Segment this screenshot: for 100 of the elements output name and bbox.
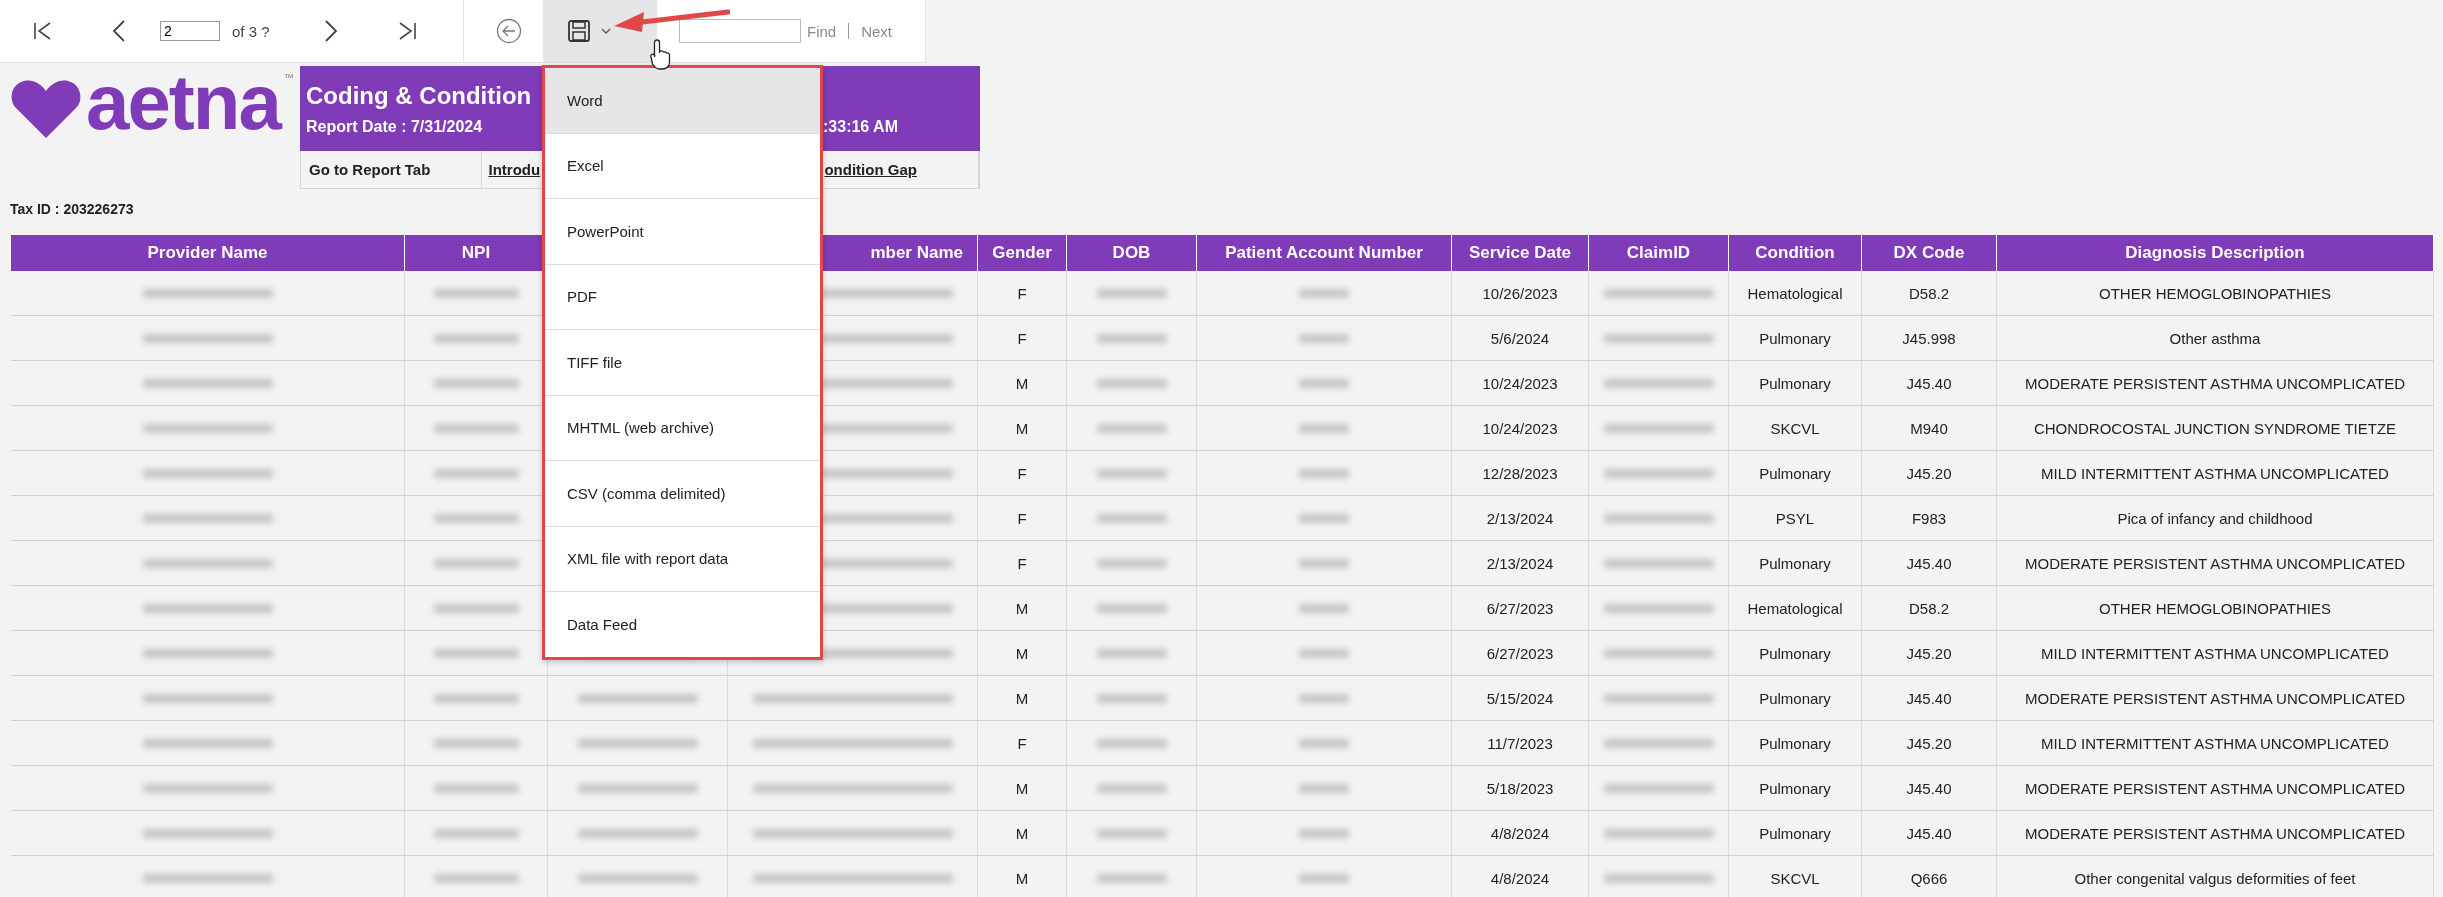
next-link[interactable]: Next — [861, 22, 893, 40]
redacted-text — [1096, 423, 1167, 433]
table-cell: MODERATE PERSISTENT ASTHMA UNCOMPLICATED — [2024, 689, 2406, 707]
report-time: :33:16 AM — [823, 117, 898, 136]
table-cell: M — [1015, 644, 1029, 662]
table-cell: 2/13/2024 — [1486, 509, 1554, 527]
table-cell: 2/13/2024 — [1486, 554, 1554, 572]
nav-link[interactable]: Introdu — [488, 161, 541, 178]
table-cell: J45.20 — [1906, 734, 1952, 752]
redacted-text — [1299, 648, 1349, 658]
table-cell: Pulmonary — [1759, 824, 1831, 842]
redacted-text — [1299, 288, 1349, 298]
table-cell: 4/8/2024 — [1490, 869, 1550, 887]
menu-item[interactable]: Word — [545, 68, 820, 134]
table-cell: 5/15/2024 — [1486, 689, 1554, 707]
table-cell: 11/7/2023 — [1487, 734, 1553, 752]
menu-item[interactable]: Excel — [545, 133, 820, 199]
table-cell: F — [1017, 464, 1027, 482]
table-cell: Hematological — [1747, 599, 1843, 617]
table-cell: 10/24/2023 — [1482, 419, 1558, 437]
table-cell: J45.40 — [1906, 689, 1952, 707]
column-header: Condition — [1755, 243, 1835, 263]
table-cell: MILD INTERMITTENT ASTHMA UNCOMPLICATED — [2041, 464, 2389, 482]
menu-item[interactable]: TIFF file — [545, 330, 820, 396]
column-header: mber Name — [870, 243, 963, 263]
menu-item[interactable]: PDF — [545, 264, 820, 330]
table-cell: Pulmonary — [1759, 779, 1831, 797]
column-header: DX Code — [1893, 243, 1965, 263]
redacted-text — [1299, 513, 1349, 523]
menu-item[interactable]: PowerPoint — [545, 199, 820, 265]
table-cell: 5/6/2024 — [1490, 329, 1550, 347]
table-cell: 10/24/2023 — [1482, 374, 1558, 392]
redacted-text — [1096, 603, 1167, 613]
menu-item[interactable]: XML file with report data — [545, 526, 820, 592]
redacted-text — [1299, 558, 1349, 568]
column-header: Gender — [992, 243, 1052, 263]
redacted-text — [1096, 873, 1167, 883]
table-cell: M — [1015, 824, 1029, 842]
redacted-text — [1096, 693, 1167, 703]
table-cell: Pulmonary — [1759, 689, 1831, 707]
redacted-text — [1096, 738, 1167, 748]
page-number-field[interactable]: 2 — [160, 21, 220, 41]
redacted-text — [1299, 783, 1349, 793]
table-cell: D58.2 — [1909, 599, 1949, 617]
redacted-text — [1096, 378, 1167, 388]
table-cell: F — [1017, 509, 1027, 527]
table-cell: D58.2 — [1909, 284, 1949, 302]
logo-wordmark: aetna — [86, 62, 280, 141]
redacted-text — [1299, 873, 1349, 883]
find-field[interactable] — [679, 19, 801, 43]
report-date: Report Date : 7/31/2024 — [306, 117, 484, 136]
table-cell: M940 — [1910, 419, 1948, 437]
column-header: Service Date — [1468, 243, 1572, 263]
table-cell: MILD INTERMITTENT ASTHMA UNCOMPLICATED — [2041, 644, 2389, 662]
redacted-text — [1096, 648, 1167, 658]
table-cell: J45.998 — [1902, 329, 1956, 347]
redacted-text — [1096, 783, 1167, 793]
nav-link[interactable]: ondition Gap — [824, 161, 917, 178]
trademark-sign: ™ — [283, 72, 294, 83]
column-header: Diagnosis Description — [2125, 243, 2305, 263]
table-cell: CHONDROCOSTAL JUNCTION SYNDROME TIETZE — [2033, 419, 2397, 437]
redacted-text — [1299, 378, 1349, 388]
table-cell: Pulmonary — [1759, 734, 1831, 752]
table-cell: J45.20 — [1906, 464, 1952, 482]
table-cell: 6/27/2023 — [1486, 644, 1554, 662]
menu-item[interactable]: Data Feed — [545, 592, 820, 657]
table-cell: MODERATE PERSISTENT ASTHMA UNCOMPLICATED — [2024, 779, 2406, 797]
table-cell: J45.40 — [1906, 779, 1952, 797]
redacted-text — [1299, 423, 1349, 433]
table-cell: Other asthma — [2169, 329, 2261, 347]
table-cell: J45.40 — [1906, 554, 1952, 572]
table-cell: F — [1017, 284, 1027, 302]
table-cell: Pulmonary — [1759, 644, 1831, 662]
menu-item[interactable]: MHTML (web archive) — [545, 395, 820, 461]
table-cell: M — [1015, 779, 1029, 797]
table-cell: Pulmonary — [1759, 554, 1831, 572]
menu-item[interactable]: CSV (comma delimited) — [545, 461, 820, 527]
column-header: ClaimID — [1626, 243, 1691, 263]
table-cell: SKCVL — [1770, 869, 1820, 887]
redacted-text — [1096, 828, 1167, 838]
table-cell: F — [1017, 554, 1027, 572]
table-cell: OTHER HEMOGLOBINOPATHIES — [2099, 284, 2331, 302]
redacted-text — [1096, 333, 1167, 343]
page-count: of 3 ? — [232, 22, 270, 40]
report-title: Coding & Condition — [306, 81, 532, 110]
redacted-text — [1299, 468, 1349, 478]
table-cell: M — [1015, 869, 1029, 887]
table-cell: 12/28/2023 — [1482, 464, 1558, 482]
table-cell: F — [1017, 734, 1027, 752]
table-cell: 4/8/2024 — [1490, 824, 1550, 842]
table-cell: J45.40 — [1906, 824, 1952, 842]
table-cell: MILD INTERMITTENT ASTHMA UNCOMPLICATED — [2041, 734, 2389, 752]
table-cell: Q666 — [1910, 869, 1948, 887]
table-cell: MODERATE PERSISTENT ASTHMA UNCOMPLICATED — [2024, 554, 2406, 572]
table-cell: Pulmonary — [1759, 374, 1831, 392]
column-header: NPI — [461, 243, 491, 263]
redacted-text — [1299, 333, 1349, 343]
table-cell: MODERATE PERSISTENT ASTHMA UNCOMPLICATED — [2024, 374, 2406, 392]
table-cell: F — [1017, 329, 1027, 347]
redacted-text — [1299, 693, 1349, 703]
